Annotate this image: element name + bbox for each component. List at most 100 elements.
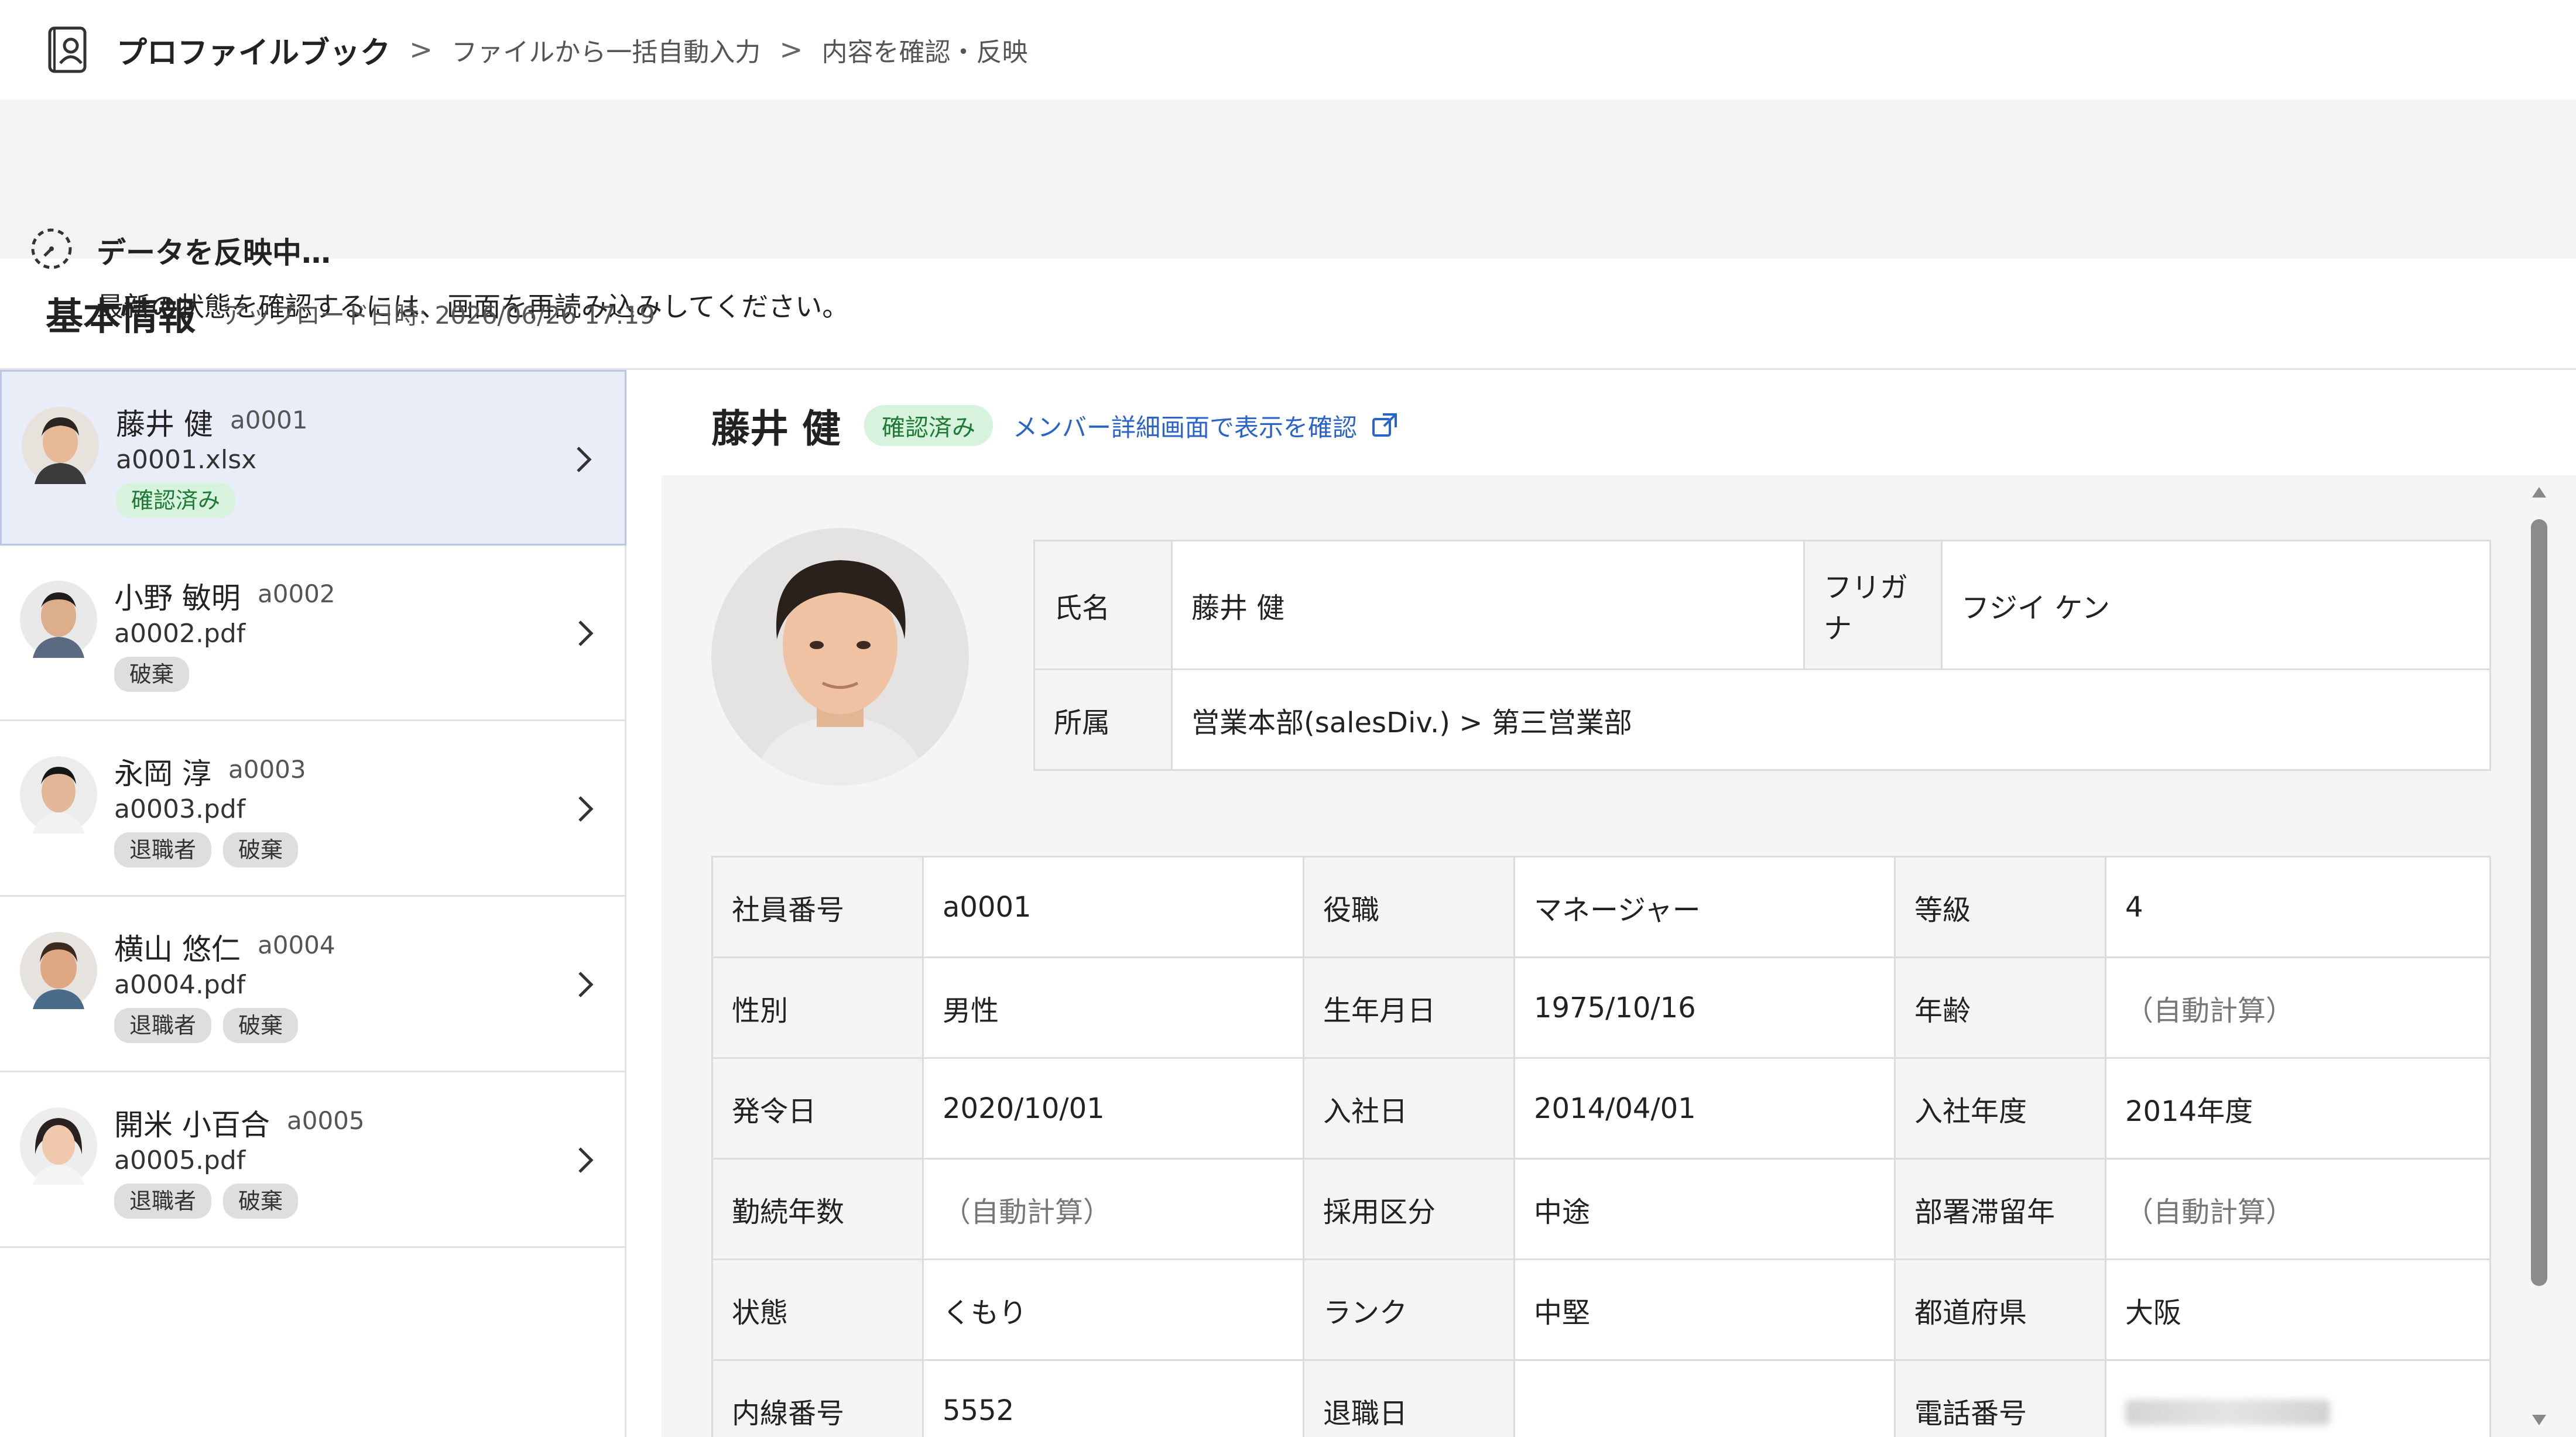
field-value: 大阪: [2105, 1258, 2491, 1361]
list-item-code: a0002: [258, 579, 335, 608]
profile-photo: [711, 528, 969, 786]
field-label: 性別: [711, 956, 924, 1059]
field-value: （自動計算）: [2105, 956, 2491, 1059]
chevron-right-icon: >: [409, 33, 433, 66]
field-value: 2014/04/01: [1513, 1057, 1896, 1160]
field-label: 勤続年数: [711, 1158, 924, 1260]
status-badge: 破棄: [223, 832, 299, 867]
field-label: 入社日: [1303, 1057, 1515, 1160]
field-value: （自動計算）: [2105, 1158, 2491, 1260]
field-label: 社員番号: [711, 856, 924, 958]
chevron-right-icon: [577, 447, 592, 472]
section-header: 基本情報 アップロード日時: 2026/06/26 17:19: [0, 259, 2576, 370]
avatar: [20, 1107, 97, 1185]
field-value: 中途: [1513, 1158, 1896, 1260]
basic-info-table: 社員番号 a0001 役職 マネージャー 等級 4 性別 男性 生年月日 197…: [711, 856, 2491, 1437]
list-item-name: 藤井 健: [116, 407, 213, 441]
status-badge: 退職者: [114, 832, 212, 867]
kana-value: フジイ ケン: [1941, 540, 2491, 670]
list-item[interactable]: 横山 悠仁 a0004 a0004.pdf 退職者 破棄: [0, 897, 626, 1072]
field-value: マネージャー: [1513, 856, 1896, 958]
detail-scroll-area[interactable]: 氏名 藤井 健 フリガナ フジイ ケン 所属 営業本部(salesDiv.) >…: [662, 475, 2576, 1437]
field-label: 部署滞留年: [1894, 1158, 2106, 1260]
list-item-file: a0001.xlsx: [116, 445, 257, 475]
field-value: a0001: [922, 856, 1304, 958]
member-link-label: メンバー詳細画面で表示を確認: [1012, 413, 1357, 442]
detail-panel: 藤井 健 確認済み メンバー詳細画面で表示を確認 氏名 藤井 健 フリガナ フジ…: [662, 370, 2576, 1437]
phone-value-redacted: [2105, 1359, 2491, 1437]
scroll-up-icon[interactable]: [2532, 487, 2546, 498]
list-item-name: 横山 悠仁: [114, 932, 241, 966]
status-badge: 破棄: [223, 1184, 299, 1219]
name-label: 氏名: [1033, 540, 1173, 670]
field-label: 生年月日: [1303, 956, 1515, 1059]
member-list: 藤井 健 a0001 a0001.xlsx 確認済み 小野 敏明 a0002 a…: [0, 370, 626, 1437]
list-item-file: a0002.pdf: [114, 619, 246, 649]
field-label: 役職: [1303, 856, 1515, 958]
field-value: 5552: [922, 1359, 1304, 1437]
field-value: 1975/10/16: [1513, 956, 1896, 1059]
list-item-name: 永岡 淳: [114, 757, 211, 791]
chevron-right-icon: [578, 972, 594, 997]
avatar: [22, 407, 99, 484]
list-item-name: 開米 小百合: [114, 1108, 270, 1142]
list-item-name: 小野 敏明: [114, 581, 241, 615]
section-title: 基本情報: [46, 295, 196, 339]
field-value: 男性: [922, 956, 1304, 1059]
field-value: 2014年度: [2105, 1057, 2491, 1160]
list-item[interactable]: 小野 敏明 a0002 a0002.pdf 破棄: [0, 546, 626, 721]
profile-book-icon: [48, 26, 87, 73]
scroll-thumb[interactable]: [2531, 519, 2547, 1286]
list-item[interactable]: 永岡 淳 a0003 a0003.pdf 退職者 破棄: [0, 721, 626, 897]
redacted-value: [2125, 1399, 2330, 1425]
breadcrumb: プロファイルブック > ファイルから一括自動入力 > 内容を確認・反映: [0, 0, 2576, 100]
member-detail-link[interactable]: メンバー詳細画面で表示を確認: [1013, 408, 1399, 444]
detail-name: 藤井 健: [711, 406, 841, 451]
external-link-icon: [1372, 413, 1397, 437]
status-badge: 破棄: [114, 657, 190, 692]
field-label: 採用区分: [1303, 1158, 1515, 1260]
field-label: 状態: [711, 1258, 924, 1361]
breadcrumb-confirm: 内容を確認・反映: [821, 37, 1028, 67]
status-badge: 退職者: [114, 1008, 212, 1043]
list-item-file: a0005.pdf: [114, 1146, 246, 1175]
field-value: 中堅: [1513, 1258, 1896, 1361]
upload-time: アップロード日時: 2026/06/26 17:19: [222, 301, 655, 330]
chevron-right-icon: [578, 1147, 594, 1173]
field-value: くもり: [922, 1258, 1304, 1361]
name-value: 藤井 健: [1171, 540, 1805, 670]
list-item-file: a0003.pdf: [114, 794, 246, 824]
chevron-right-icon: [578, 620, 594, 646]
status-notice: データを反映中… 最新の状態を確認するには、画面を再読み込みしてください。: [0, 100, 2576, 323]
list-item-code: a0004: [258, 931, 335, 959]
avatar: [20, 756, 97, 834]
field-label: 入社年度: [1894, 1057, 2106, 1160]
field-value: 4: [2105, 856, 2491, 958]
scrollbar[interactable]: [2529, 475, 2550, 1437]
list-item[interactable]: 開米 小百合 a0005 a0005.pdf 退職者 破棄: [0, 1072, 626, 1248]
field-label: 都道府県: [1894, 1258, 2106, 1361]
scroll-down-icon[interactable]: [2532, 1415, 2546, 1425]
field-label: ランク: [1303, 1258, 1515, 1361]
status-badge: 破棄: [223, 1008, 299, 1043]
list-item[interactable]: 藤井 健 a0001 a0001.xlsx 確認済み: [0, 370, 626, 546]
kana-label: フリガナ: [1803, 540, 1943, 670]
dept-value: 営業本部(salesDiv.) > 第三営業部: [1171, 668, 2491, 771]
dept-label: 所属: [1033, 668, 1173, 771]
avatar: [20, 581, 97, 658]
detail-header: 藤井 健 確認済み メンバー詳細画面で表示を確認: [711, 399, 1399, 452]
field-label: 退職日: [1303, 1359, 1515, 1437]
field-label: 発令日: [711, 1057, 924, 1160]
breadcrumb-app[interactable]: プロファイルブック: [117, 28, 390, 72]
breadcrumb-bulk-import[interactable]: ファイルから一括自動入力: [451, 31, 761, 68]
field-label: 年齢: [1894, 956, 2106, 1059]
list-item-code: a0005: [287, 1106, 365, 1135]
list-item-code: a0003: [228, 755, 306, 784]
field-label: 電話番号: [1894, 1359, 2106, 1437]
field-value: 2020/10/01: [922, 1057, 1304, 1160]
avatar: [20, 932, 97, 1009]
list-item-code: a0001: [230, 406, 308, 434]
name-table: 氏名 藤井 健 フリガナ フジイ ケン 所属 営業本部(salesDiv.) >…: [1033, 540, 2491, 771]
field-value: （自動計算）: [922, 1158, 1304, 1260]
status-badge: 退職者: [114, 1184, 212, 1219]
